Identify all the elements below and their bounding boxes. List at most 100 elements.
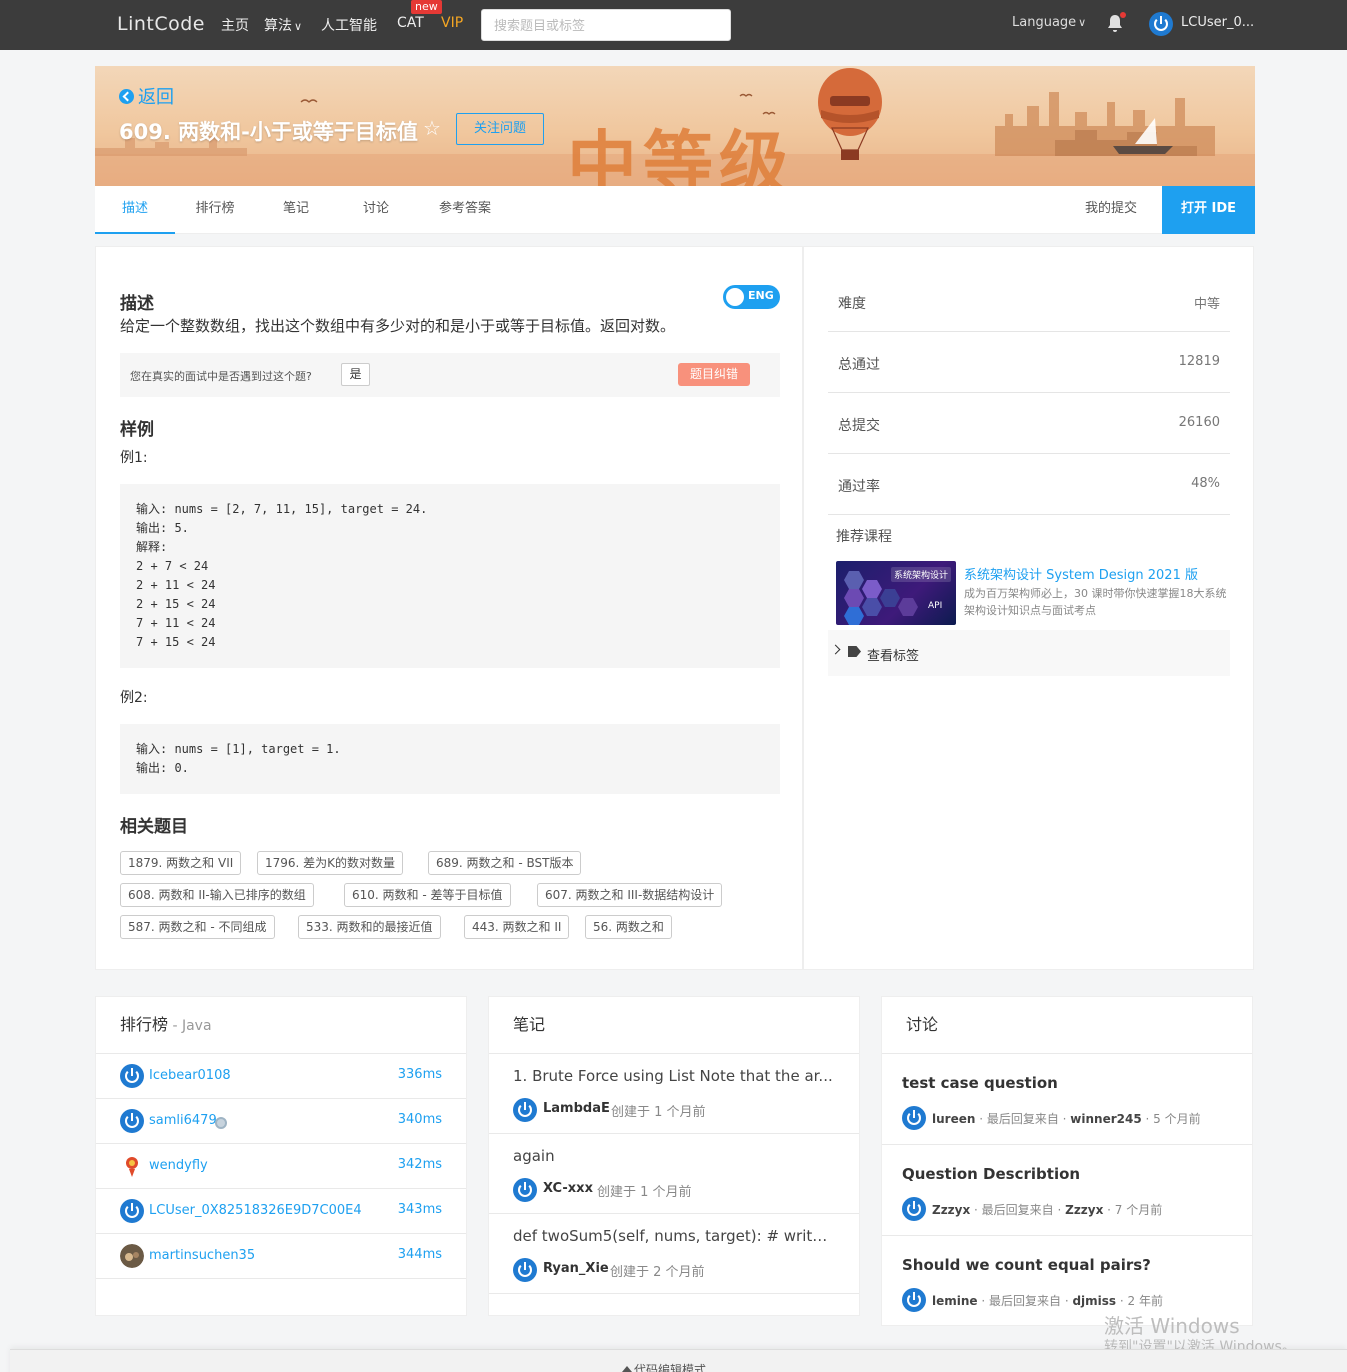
last-replier[interactable]: djmiss bbox=[1072, 1294, 1116, 1308]
yes-button[interactable]: 是 bbox=[341, 363, 370, 386]
tab-description[interactable]: 描述 bbox=[95, 186, 175, 234]
nav-vip[interactable]: VIP bbox=[441, 15, 463, 31]
rank-username[interactable]: samli6479 bbox=[149, 1113, 217, 1128]
last-replier[interactable]: winner245 bbox=[1070, 1112, 1141, 1126]
note-item[interactable]: 1. Brute Force using List Note that the … bbox=[489, 1054, 859, 1134]
example-1-label: 例1: bbox=[120, 450, 148, 466]
recommended-heading: 推荐课程 bbox=[836, 529, 892, 545]
tab-discussion[interactable]: 讨论 bbox=[336, 186, 416, 234]
discussion-card: 讨论 test case question lureen · 最后回复来自 · … bbox=[881, 996, 1253, 1326]
chevron-down-icon: ∨ bbox=[1078, 16, 1087, 29]
username[interactable]: LCUser_0... bbox=[1181, 15, 1254, 30]
hex-shape bbox=[862, 598, 882, 616]
related-problem-tag[interactable]: 689. 两数之和 - BST版本 bbox=[428, 851, 582, 875]
last-replier[interactable]: Zzzyx bbox=[1065, 1203, 1103, 1217]
rank-username[interactable]: Icebear0108 bbox=[149, 1068, 231, 1083]
user-avatar[interactable] bbox=[1149, 12, 1173, 36]
leaderboard-row[interactable]: samli6479 340ms bbox=[96, 1099, 466, 1144]
leaderboard-language: - Java bbox=[168, 1018, 212, 1034]
rank-runtime: 336ms bbox=[397, 1067, 442, 1082]
discussion-author[interactable]: lureen bbox=[932, 1112, 975, 1126]
avatar bbox=[513, 1258, 537, 1282]
rank-username[interactable]: wendyfly bbox=[149, 1158, 208, 1173]
note-item[interactable]: again XC-xxx 创建于 1 个月前 bbox=[489, 1134, 859, 1214]
note-author[interactable]: XC-xxx bbox=[543, 1181, 593, 1196]
star-icon[interactable]: ☆ bbox=[423, 116, 441, 140]
leaderboard-row[interactable]: LCUser_0X82518326E9D7C00E4 343ms bbox=[96, 1189, 466, 1234]
toggle-knob bbox=[726, 288, 744, 306]
discussion-time: · 2 年前 bbox=[1116, 1294, 1163, 1308]
problem-title: 609. 两数和-小于或等于目标值 bbox=[119, 120, 418, 144]
view-tags-toggle[interactable]: 查看标签 bbox=[828, 630, 1230, 676]
related-problem-tag[interactable]: 533. 两数和的最接近值 bbox=[298, 915, 441, 939]
related-problem-tag[interactable]: 608. 两数和 II-输入已排序的数组 bbox=[120, 883, 314, 907]
nav-algorithms[interactable]: 算法 ∨ bbox=[264, 15, 302, 35]
related-problem-tag[interactable]: 610. 两数和 - 差等于目标值 bbox=[344, 883, 511, 907]
avatar bbox=[120, 1064, 144, 1088]
discussion-meta: lureen · 最后回复来自 · winner245 · 5 个月前 bbox=[932, 1110, 1201, 1127]
rank-username[interactable]: LCUser_0X82518326E9D7C00E4 bbox=[149, 1203, 362, 1218]
nav-home[interactable]: 主页 bbox=[221, 15, 249, 35]
note-title[interactable]: 1. Brute Force using List Note that the … bbox=[513, 1067, 835, 1085]
avatar bbox=[513, 1098, 537, 1122]
language-toggle[interactable]: ENG bbox=[723, 285, 780, 309]
course-thumbnail[interactable]: 系统架构设计 API bbox=[836, 561, 956, 625]
tab-leaderboard[interactable]: 排行榜 bbox=[175, 186, 255, 234]
related-problem-tag[interactable]: 1796. 差为K的数对数量 bbox=[257, 851, 404, 875]
rank-runtime: 344ms bbox=[397, 1247, 442, 1262]
avatar bbox=[120, 1199, 144, 1223]
tab-notes[interactable]: 笔记 bbox=[256, 186, 336, 234]
my-submissions-link[interactable]: 我的提交 bbox=[1085, 186, 1137, 232]
note-author[interactable]: Ryan_Xie bbox=[543, 1261, 609, 1276]
report-error-button[interactable]: 题目纠错 bbox=[678, 363, 750, 386]
course-badge: 系统架构设计 bbox=[890, 567, 951, 582]
avatar bbox=[902, 1288, 926, 1312]
note-author[interactable]: LambdaE bbox=[543, 1101, 610, 1116]
discussion-time: · 7 个月前 bbox=[1103, 1203, 1163, 1217]
discussion-title[interactable]: Should we count equal pairs? bbox=[902, 1256, 1151, 1274]
nav-ai[interactable]: 人工智能 bbox=[321, 15, 377, 35]
related-problem-tag[interactable]: 56. 两数之和 bbox=[585, 915, 672, 939]
tab-solution[interactable]: 参考答案 bbox=[425, 186, 505, 234]
discussion-item[interactable]: test case question lureen · 最后回复来自 · win… bbox=[882, 1054, 1252, 1145]
leaderboard-header[interactable]: 排行榜 - Java bbox=[96, 997, 466, 1054]
discussion-item[interactable]: Question Describtion Zzzyx · 最后回复来自 · Zz… bbox=[882, 1145, 1252, 1236]
discussion-author[interactable]: lemine bbox=[932, 1294, 978, 1308]
course-api-label: API bbox=[928, 601, 943, 611]
lintcode-logo[interactable]: LintCode bbox=[117, 13, 205, 35]
discussion-title[interactable]: Question Describtion bbox=[902, 1165, 1080, 1183]
leaderboard-row[interactable]: Icebear0108 336ms bbox=[96, 1054, 466, 1099]
stats-panel: 难度 中等 总通过 12819 总提交 26160 通过率 48% 推荐课程 系统架构设… bbox=[803, 246, 1254, 970]
difficulty-level-art: 中等级 bbox=[567, 123, 795, 186]
note-item[interactable]: def twoSum5(self, nums, target): # write… bbox=[489, 1214, 859, 1294]
related-problem-tag[interactable]: 1879. 两数之和 VII bbox=[120, 851, 242, 875]
back-link[interactable]: 返回 bbox=[119, 83, 174, 109]
language-dropdown[interactable]: Language ∨ bbox=[1012, 15, 1086, 30]
course-title-link[interactable]: 系统架构设计 System Design 2021 版 bbox=[964, 564, 1198, 583]
leaderboard-row[interactable]: martinsuchen35 344ms bbox=[96, 1234, 466, 1279]
note-title[interactable]: again bbox=[513, 1147, 835, 1165]
related-problem-tag[interactable]: 443. 两数之和 II bbox=[464, 915, 570, 939]
notes-header[interactable]: 笔记 bbox=[489, 997, 859, 1054]
activate-windows-watermark: 激活 Windows bbox=[1104, 1314, 1240, 1338]
related-problem-tag[interactable]: 607. 两数之和 III-数据结构设计 bbox=[537, 883, 723, 907]
rank-username[interactable]: martinsuchen35 bbox=[149, 1248, 255, 1263]
search-input[interactable] bbox=[481, 9, 731, 41]
editor-mode-label[interactable]: 代码编辑模式 bbox=[634, 1361, 706, 1372]
stat-submissions: 总提交 26160 bbox=[828, 393, 1230, 454]
stat-value: 48% bbox=[1191, 476, 1220, 491]
top-navbar: LintCode 主页 算法∨ 人工智能 CAT new VIP Languag… bbox=[0, 0, 1347, 50]
discussion-title[interactable]: test case question bbox=[902, 1074, 1058, 1092]
notes-card: 笔记 1. Brute Force using List Note that t… bbox=[488, 996, 860, 1316]
discussion-header[interactable]: 讨论 bbox=[882, 997, 1252, 1054]
nav-cat[interactable]: CAT bbox=[397, 15, 424, 31]
interview-question: 您在真实的面试中是否遇到过这个题? bbox=[130, 370, 312, 383]
follow-button[interactable]: 关注问题 bbox=[456, 113, 544, 145]
code-editor-bar[interactable]: 代码编辑模式 bbox=[10, 1349, 1347, 1372]
note-title[interactable]: def twoSum5(self, nums, target): # write… bbox=[513, 1227, 835, 1245]
open-ide-button[interactable]: 打开 IDE bbox=[1162, 186, 1255, 234]
related-problem-tag[interactable]: 587. 两数之和 - 不同组成 bbox=[120, 915, 275, 939]
discussion-author[interactable]: Zzzyx bbox=[932, 1203, 970, 1217]
leaderboard-row[interactable]: wendyfly 342ms bbox=[96, 1144, 466, 1189]
toggle-label: ENG bbox=[748, 289, 774, 302]
